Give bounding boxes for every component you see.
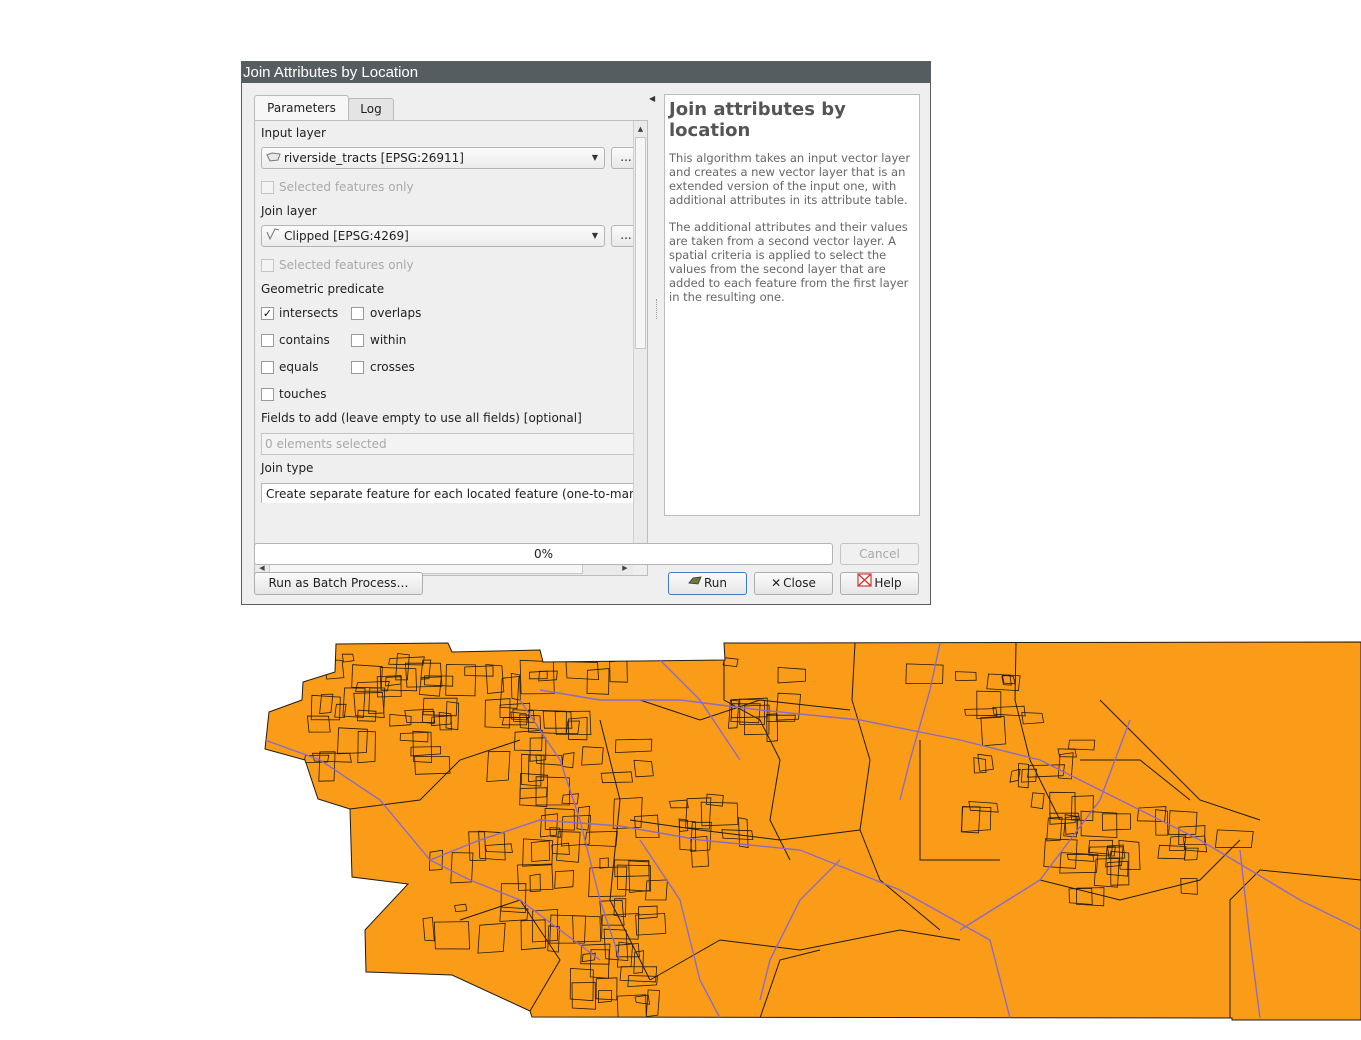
predicate-within-checkbox[interactable]: [351, 334, 364, 347]
join-type-combo[interactable]: Create separate feature for each located…: [261, 483, 645, 503]
join-layer-label: Join layer: [261, 204, 317, 218]
fields-selector[interactable]: 0 elements selected: [261, 433, 641, 455]
tab-log[interactable]: Log: [348, 98, 394, 120]
input-layer-combo[interactable]: riverside_tracts [EPSG:26911] ▼: [261, 147, 605, 169]
predicate-intersects-label: intersects: [279, 306, 339, 320]
run-batch-button[interactable]: Run as Batch Process…: [254, 572, 423, 595]
help-paragraph: The additional attributes and their valu…: [669, 220, 909, 304]
close-icon: ✕: [771, 576, 782, 590]
chevron-down-icon: ▼: [591, 153, 598, 162]
join-selected-only-checkbox[interactable]: [261, 259, 274, 272]
predicate-contains-checkbox[interactable]: [261, 334, 274, 347]
parameters-panel: Input layer riverside_tracts [EPSG:26911…: [254, 120, 648, 576]
cancel-button[interactable]: Cancel: [840, 543, 919, 565]
join-layer-value: Clipped [EPSG:4269]: [284, 229, 409, 243]
line-layer-icon: [266, 227, 282, 246]
params-vertical-scrollbar[interactable]: ▲ ▼: [633, 121, 647, 561]
predicate-contains-label: contains: [279, 333, 330, 347]
close-button[interactable]: ✕ Close: [754, 572, 833, 595]
collapse-help-icon[interactable]: ◀: [649, 94, 655, 103]
input-selected-only-checkbox[interactable]: [261, 181, 274, 194]
input-selected-only-label: Selected features only: [279, 180, 414, 194]
predicate-touches-label: touches: [279, 387, 327, 401]
predicate-equals-checkbox[interactable]: [261, 361, 274, 374]
predicate-crosses-checkbox[interactable]: [351, 361, 364, 374]
input-layer-value: riverside_tracts [EPSG:26911]: [284, 151, 464, 165]
scroll-up-icon[interactable]: ▲: [634, 123, 647, 135]
tab-parameters[interactable]: Parameters: [254, 95, 349, 121]
fields-label: Fields to add (leave empty to use all fi…: [261, 411, 582, 425]
input-layer-label: Input layer: [261, 126, 326, 140]
predicate-touches-checkbox[interactable]: [261, 388, 274, 401]
help-button[interactable]: Help: [840, 572, 919, 595]
predicate-intersects-checkbox[interactable]: ✓: [261, 307, 274, 320]
join-layer-combo[interactable]: Clipped [EPSG:4269] ▼: [261, 225, 605, 247]
predicate-within-label: within: [370, 333, 407, 347]
join-selected-only-label: Selected features only: [279, 258, 414, 272]
county-outline: [264, 641, 1361, 1021]
run-icon: [688, 573, 702, 594]
tracts-layer: [264, 641, 1361, 1021]
help-panel: Join attributes by location This algorit…: [664, 94, 920, 516]
progress-bar: 0%: [254, 543, 833, 565]
chevron-down-icon: ▼: [591, 231, 598, 240]
predicate-overlaps-label: overlaps: [370, 306, 422, 320]
help-title: Join attributes by location: [669, 99, 846, 141]
help-label: Help: [874, 576, 902, 590]
run-button[interactable]: Run: [668, 572, 747, 595]
join-attributes-dialog: Join Attributes by Location Parameters L…: [241, 61, 931, 605]
predicate-equals-label: equals: [279, 360, 319, 374]
splitter-handle[interactable]: [656, 299, 660, 319]
predicate-label: Geometric predicate: [261, 282, 385, 296]
scroll-thumb[interactable]: [635, 137, 646, 349]
run-label: Run: [703, 576, 727, 590]
dialog-title[interactable]: Join Attributes by Location: [242, 62, 930, 83]
help-paragraph: This algorithm takes an input vector lay…: [669, 151, 911, 207]
close-label: Close: [783, 576, 816, 590]
help-icon: [857, 573, 872, 594]
predicate-overlaps-checkbox[interactable]: [351, 307, 364, 320]
join-type-label: Join type: [261, 461, 314, 475]
polygon-layer-icon: [266, 149, 282, 168]
predicate-crosses-label: crosses: [370, 360, 415, 374]
